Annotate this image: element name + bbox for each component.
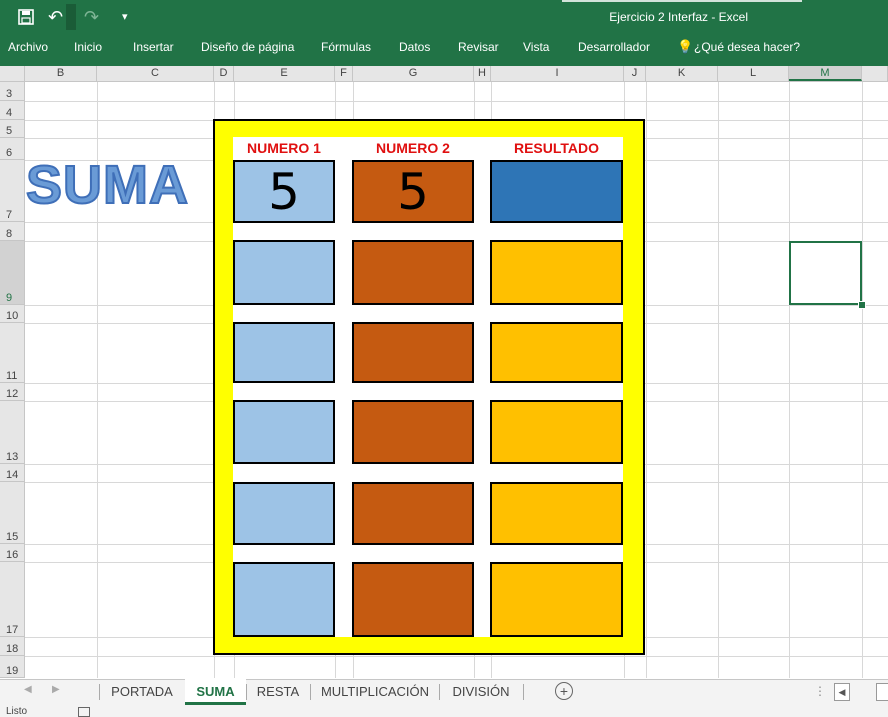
macro-record-icon[interactable]	[78, 707, 90, 717]
column-header[interactable]: C	[97, 66, 214, 81]
row-headers: 3 4 5 6 7 8 9 10 11 12 13 14 15 16 17 18…	[0, 82, 25, 678]
row-header[interactable]: 17	[0, 562, 24, 637]
row-header[interactable]: 6	[0, 138, 24, 160]
input-numero-2[interactable]	[352, 322, 474, 383]
row-header-selected[interactable]: 9	[0, 241, 24, 305]
row-header[interactable]: 16	[0, 544, 24, 562]
tab-inicio[interactable]: Inicio	[74, 34, 102, 60]
lightbulb-icon: 💡	[677, 39, 694, 54]
column-header[interactable]: F	[335, 66, 353, 81]
scroll-right-icon[interactable]: ▶	[52, 684, 60, 695]
column-header[interactable]: G	[353, 66, 474, 81]
row-header[interactable]: 15	[0, 482, 24, 544]
tab-vista[interactable]: Vista	[523, 34, 549, 60]
gridline	[789, 82, 790, 678]
add-sheet-icon[interactable]: +	[555, 682, 573, 700]
row-header[interactable]: 13	[0, 401, 24, 464]
input-numero-2[interactable]	[352, 240, 474, 305]
tab-desarrollador[interactable]: Desarrollador	[578, 34, 650, 60]
input-numero-1[interactable]	[233, 400, 335, 464]
input-numero-1[interactable]	[233, 322, 335, 383]
input-numero-2[interactable]	[352, 562, 474, 637]
row-header[interactable]: 14	[0, 464, 24, 482]
tab-separator	[523, 684, 524, 700]
output-resultado[interactable]	[490, 400, 623, 464]
output-resultado[interactable]	[490, 482, 623, 545]
row-header[interactable]: 19	[0, 656, 24, 678]
gridline	[25, 101, 888, 102]
row-header[interactable]: 12	[0, 383, 24, 401]
gridline	[718, 82, 719, 678]
hscroll-left-icon[interactable]: ◀	[834, 683, 850, 701]
sheet-tab-suma[interactable]: SUMA	[185, 679, 246, 705]
column-header[interactable]: E	[234, 66, 335, 81]
sheet-tab-division[interactable]: DIVISIÓN	[440, 679, 522, 705]
row-header[interactable]: 11	[0, 323, 24, 383]
row-header[interactable]: 4	[0, 101, 24, 120]
input-numero-2[interactable]	[352, 400, 474, 464]
column-header[interactable]: B	[25, 66, 97, 81]
title-accent-line	[562, 0, 802, 2]
column-header[interactable]: H	[474, 66, 491, 81]
more-options-icon[interactable]: ⋮	[814, 684, 826, 698]
input-numero-2[interactable]	[352, 482, 474, 545]
output-resultado[interactable]	[490, 322, 623, 383]
selected-cell[interactable]	[789, 241, 862, 305]
row-header[interactable]: 7	[0, 160, 24, 222]
output-resultado[interactable]	[490, 160, 623, 223]
column-header[interactable]: L	[718, 66, 789, 81]
window-title: Ejercicio 2 Interfaz - Excel	[609, 10, 748, 24]
row-header[interactable]: 8	[0, 222, 24, 241]
row-header[interactable]: 18	[0, 637, 24, 656]
select-all-corner[interactable]	[0, 66, 25, 81]
column-header-selected[interactable]: M	[789, 66, 862, 81]
tab-datos[interactable]: Datos	[399, 34, 430, 60]
scroll-left-icon[interactable]: ◀	[24, 684, 32, 695]
column-header[interactable]: D	[214, 66, 234, 81]
header-numero-2: NUMERO 2	[376, 140, 450, 156]
input-numero-1[interactable]	[233, 562, 335, 637]
row-header[interactable]: 3	[0, 82, 24, 101]
tell-me-search[interactable]: ¿Qué desea hacer?	[694, 34, 800, 60]
sheet-tab-resta[interactable]: RESTA	[247, 679, 309, 705]
column-headers: B C D E F G H I J K L M	[0, 66, 888, 82]
input-numero-1[interactable]	[233, 240, 335, 305]
tab-revisar[interactable]: Revisar	[458, 34, 499, 60]
sheet-tab-portada[interactable]: PORTADA	[100, 679, 184, 705]
hscroll-track[interactable]	[876, 683, 888, 701]
sheet-title: SUMA	[25, 155, 189, 215]
column-header[interactable]: J	[624, 66, 646, 81]
output-resultado[interactable]	[490, 562, 623, 637]
tab-insertar[interactable]: Insertar	[133, 34, 174, 60]
gridline	[25, 656, 888, 657]
gridline	[862, 82, 863, 678]
column-header-partial[interactable]	[862, 66, 888, 81]
output-resultado[interactable]	[490, 240, 623, 305]
header-numero-1: NUMERO 1	[247, 140, 321, 156]
tab-archivo[interactable]: Archivo	[8, 34, 48, 60]
row-header[interactable]: 10	[0, 305, 24, 323]
fill-handle[interactable]	[858, 301, 866, 309]
row-header[interactable]: 5	[0, 120, 24, 138]
column-header[interactable]: I	[491, 66, 624, 81]
status-text: Listo	[6, 706, 28, 717]
status-bar: Listo	[0, 706, 888, 717]
column-header[interactable]: K	[646, 66, 718, 81]
tab-diseno-pagina[interactable]: Diseño de página	[201, 34, 294, 60]
input-numero-1[interactable]	[233, 482, 335, 545]
header-resultado: RESULTADO	[513, 140, 600, 156]
input-numero-1[interactable]: 5	[233, 160, 335, 223]
tab-formulas[interactable]: Fórmulas	[321, 34, 371, 60]
gridline	[646, 82, 647, 678]
input-numero-2[interactable]: 5	[352, 160, 474, 223]
sheet-tab-multiplicacion[interactable]: MULTIPLICACIÓN	[311, 679, 439, 705]
